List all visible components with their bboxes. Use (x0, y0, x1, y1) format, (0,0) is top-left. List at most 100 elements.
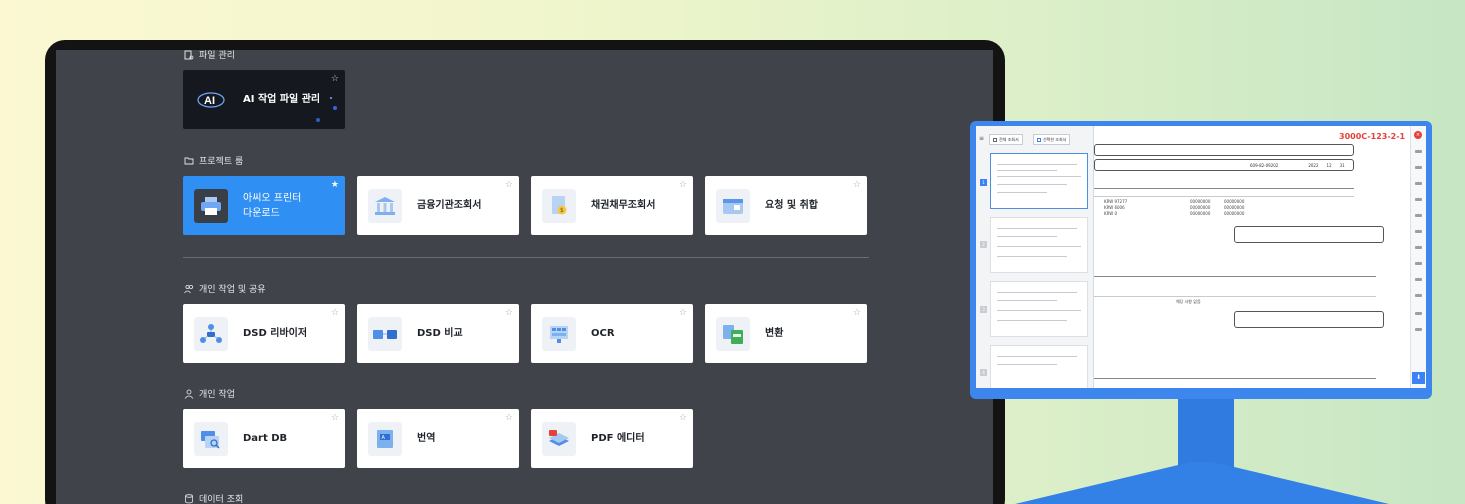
convert-file-icon (716, 317, 750, 351)
tool-icon[interactable] (1415, 198, 1422, 201)
star-icon[interactable]: ☆ (679, 308, 687, 318)
value-cell: 00000000 (1190, 199, 1211, 204)
bank-icon (368, 189, 402, 223)
section-title: 데이터 조회 (199, 495, 244, 504)
section-data-lookup: 데이터 조회 (184, 492, 243, 504)
tool-sidebar: × ⬇ (1410, 126, 1426, 388)
tool-icon[interactable] (1415, 182, 1422, 185)
value-cell: 00000000 (1190, 205, 1211, 210)
thumbnail-panel: ≡ 전체 조회서 선택한 조회서 1 2 3 4 (976, 126, 1094, 388)
card-label: DSD 리바이저 (243, 328, 308, 339)
section-personal-shared: 개인 작업 및 공유 (184, 282, 266, 295)
star-icon[interactable]: ☆ (853, 308, 861, 318)
card-label: OCR (591, 328, 615, 339)
value-cell: 00000000 (1224, 199, 1245, 204)
document-code: 3000C-123-2-1 (1339, 132, 1406, 141)
section-divider (183, 257, 869, 258)
card-label: 금융기관조회서 (417, 200, 482, 211)
svg-text:$: $ (560, 207, 564, 214)
card-label: PDF 에디터 (591, 433, 645, 444)
card-label: 아씨오 프린터 다운로드 (243, 191, 301, 221)
star-icon[interactable]: ☆ (505, 413, 513, 423)
amount-cell: KRW 6006 (1104, 205, 1125, 210)
section-file-management: 파일 관리 (184, 50, 235, 61)
signature-box (1234, 311, 1384, 328)
page-thumbnail[interactable] (990, 153, 1088, 209)
ai-logo-text: AI (204, 95, 215, 107)
tab-all-confirmations[interactable]: 전체 조회서 (989, 134, 1023, 145)
monitor-frame: ≡ 전체 조회서 선택한 조회서 1 2 3 4 3000C-123-2-1 × (970, 121, 1432, 399)
user-icon (184, 389, 194, 399)
tool-icon[interactable] (1415, 166, 1422, 169)
tool-icon[interactable] (1415, 278, 1422, 281)
card-label: Dart DB (243, 433, 288, 444)
dsd-compare-card[interactable]: DSD 비교 ☆ (357, 304, 519, 363)
table-border (1094, 188, 1354, 189)
users-icon (184, 284, 194, 293)
none-cell: 해당 사항 없음 (1176, 299, 1201, 304)
section-title: 파일 관리 (199, 51, 235, 61)
database-search-icon (194, 422, 228, 456)
star-icon[interactable]: ☆ (505, 180, 513, 190)
table-border (1094, 378, 1376, 379)
star-icon[interactable]: ☆ (853, 180, 861, 190)
page-number[interactable]: 4 (980, 369, 987, 376)
printer-download-card[interactable]: 아씨오 프린터 다운로드 ★ (183, 176, 345, 235)
inbox-icon (716, 189, 750, 223)
folder-icon (184, 157, 194, 164)
svg-text:A: A (382, 435, 386, 441)
section-title: 프로젝트 룸 (199, 157, 244, 167)
ai-file-management-card[interactable]: AI AI 작업 파일 관리 ☆ (183, 70, 345, 129)
pdf-editor-card[interactable]: PDF 에디터 ☆ (531, 409, 693, 468)
biz-info-box: 609-82-09202 2022 12 31 (1094, 159, 1354, 171)
tool-icon[interactable] (1415, 246, 1422, 249)
financial-institution-card[interactable]: 금융기관조회서 ☆ (357, 176, 519, 235)
year: 2022 (1308, 162, 1319, 168)
tool-icon[interactable] (1415, 262, 1422, 265)
page-number[interactable]: 2 (980, 241, 987, 248)
tool-icon[interactable] (1415, 294, 1422, 297)
page-thumbnail[interactable] (990, 281, 1088, 337)
biz-number: 609-82-09202 (1250, 162, 1279, 168)
star-icon[interactable]: ☆ (331, 74, 339, 84)
download-icon[interactable]: ⬇ (1412, 372, 1425, 384)
zoom-in-icon[interactable] (1415, 312, 1422, 315)
zoom-out-icon[interactable] (1415, 328, 1422, 331)
page-thumbnail[interactable] (990, 217, 1088, 273)
file-settings-icon (184, 50, 194, 59)
page-number[interactable]: 1 (980, 179, 987, 186)
star-icon[interactable]: ☆ (331, 308, 339, 318)
database-icon (185, 493, 193, 503)
translate-icon: A (368, 422, 402, 456)
translate-card[interactable]: A 번역 ☆ (357, 409, 519, 468)
tool-icon[interactable] (1415, 230, 1422, 233)
menu-icon[interactable]: ≡ (979, 135, 984, 142)
card-label: 요청 및 취합 (765, 200, 818, 211)
close-icon[interactable]: × (1414, 131, 1422, 139)
page-number[interactable]: 3 (980, 306, 987, 313)
convert-card[interactable]: 변환 ☆ (705, 304, 867, 363)
star-icon[interactable]: ☆ (679, 180, 687, 190)
star-icon[interactable]: ☆ (505, 308, 513, 318)
tab-label: 선택한 조회서 (1043, 136, 1067, 142)
card-label: 채권채무조회서 (591, 200, 656, 211)
printer-icon (194, 189, 228, 223)
pdf-layers-icon (542, 422, 576, 456)
star-icon[interactable]: ☆ (679, 413, 687, 423)
request-collect-card[interactable]: 요청 및 취합 ☆ (705, 176, 867, 235)
tool-icon[interactable] (1415, 150, 1422, 153)
dsd-reviser-card[interactable]: DSD 리바이저 ☆ (183, 304, 345, 363)
debt-confirmation-card[interactable]: $ 채권채무조회서 ☆ (531, 176, 693, 235)
tab-selected-confirmations[interactable]: 선택한 조회서 (1033, 134, 1071, 145)
amount-cell: KRW 0 (1104, 211, 1118, 216)
star-icon[interactable]: ☆ (331, 413, 339, 423)
page-thumbnail[interactable] (990, 345, 1088, 388)
dart-db-card[interactable]: Dart DB ☆ (183, 409, 345, 468)
tool-icon[interactable] (1415, 214, 1422, 217)
ocr-card[interactable]: OCR ☆ (531, 304, 693, 363)
document-coin-icon: $ (542, 189, 576, 223)
card-label-line1: 아씨오 프린터 (243, 192, 302, 204)
table-border (1094, 276, 1376, 277)
signature-box (1234, 226, 1384, 243)
star-filled-icon[interactable]: ★ (331, 180, 339, 190)
